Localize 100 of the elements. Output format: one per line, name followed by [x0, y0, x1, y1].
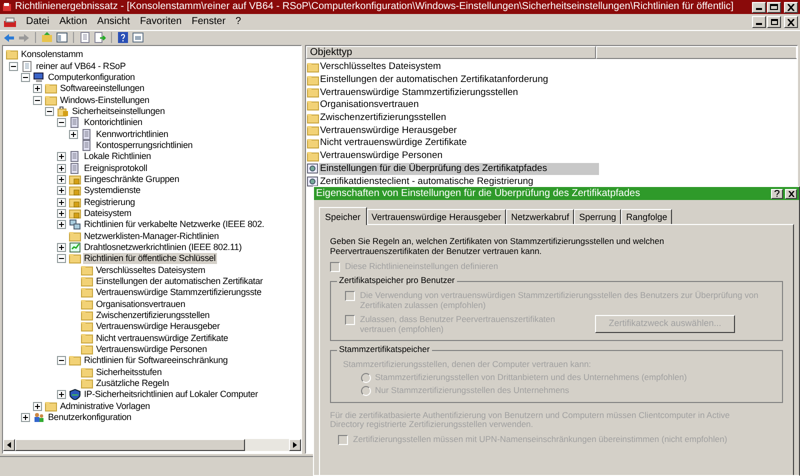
- menu-item[interactable]: ?: [230, 16, 246, 28]
- tree-item[interactable]: Windows-Einstellungen: [59, 94, 150, 106]
- expand-icon[interactable]: [57, 198, 66, 207]
- list-item[interactable]: Verschlüsseltes Dateisystem: [319, 61, 441, 74]
- list-item[interactable]: Einstellungen für die Überprüfung des Zertifikatpfades: [319, 162, 599, 175]
- tree-item[interactable]: Richtlinien für Softwareeinschränkung: [83, 355, 229, 366]
- list-item[interactable]: Vertrauenswürdige Personen: [319, 150, 443, 162]
- tree-item[interactable]: Zwischenzertifizierungsstellen: [95, 310, 211, 322]
- expand-icon[interactable]: [57, 164, 66, 173]
- back-icon[interactable]: [3, 32, 15, 42]
- tree-item[interactable]: Richtlinien für verkabelte Netzwerke (IEEE 802.: [83, 219, 266, 230]
- expand-icon[interactable]: [57, 220, 66, 230]
- expand-icon[interactable]: [57, 208, 66, 218]
- close-button[interactable]: [785, 188, 797, 198]
- folder-icon: [6, 49, 18, 60]
- collapse-icon[interactable]: [21, 72, 30, 82]
- collapse-icon[interactable]: [9, 62, 18, 71]
- console-icon[interactable]: [3, 16, 17, 28]
- tree-item[interactable]: Administrative Vorlagen: [59, 400, 151, 412]
- export-icon[interactable]: [94, 32, 106, 43]
- expand-icon[interactable]: [21, 413, 30, 422]
- column-header[interactable]: Objekttyp: [306, 46, 596, 59]
- folder-icon: [307, 112, 319, 124]
- maximize-button[interactable]: [767, 2, 781, 12]
- close-button[interactable]: [784, 2, 798, 12]
- document-icon[interactable]: [79, 32, 91, 43]
- expand-icon[interactable]: [69, 130, 78, 139]
- menu-item[interactable]: Ansicht: [92, 16, 135, 28]
- tree-item[interactable]: IP-Sicherheitsrichtlinien auf Lokaler Computer: [83, 389, 259, 400]
- menu-item[interactable]: Datei: [21, 16, 54, 28]
- collapse-icon[interactable]: [33, 96, 42, 105]
- tree-item[interactable]: Sicherheitseinstellungen: [71, 106, 166, 117]
- help-icon[interactable]: [117, 32, 129, 43]
- tree-item[interactable]: Eingeschränkte Gruppen: [83, 174, 180, 185]
- tab[interactable]: Rangfolge: [621, 209, 672, 224]
- tab[interactable]: Speicher: [319, 207, 367, 225]
- list-item[interactable]: Zwischenzertifizierungsstellen: [319, 112, 446, 124]
- collapse-icon[interactable]: [45, 106, 54, 116]
- menu-item[interactable]: Aktion: [54, 16, 92, 28]
- folder-icon: [81, 287, 93, 298]
- tree-item[interactable]: Vertrauenswürdige Personen: [95, 344, 208, 356]
- expand-icon[interactable]: [57, 186, 66, 196]
- folder-icon: [81, 264, 93, 276]
- expand-icon[interactable]: [33, 402, 42, 411]
- tree-item[interactable]: Kontosperrungsrichtlinien: [95, 140, 194, 151]
- tree-item[interactable]: Konsolenstamm: [20, 49, 84, 60]
- expand-icon[interactable]: [57, 152, 66, 162]
- tree-item[interactable]: Verschlüsseltes Dateisystem: [95, 264, 206, 276]
- tree-item[interactable]: Einstellungen der automatischen Zertifikatar: [95, 276, 264, 288]
- console-tree-icon[interactable]: [56, 32, 68, 43]
- tree-item[interactable]: Vertrauenswürdige Herausgeber: [95, 321, 221, 332]
- expand-icon[interactable]: [57, 243, 66, 252]
- horizontal-scrollbar[interactable]: [3, 439, 301, 451]
- help-button[interactable]: [771, 188, 783, 198]
- tree-item[interactable]: Kontorichtlinien: [83, 117, 144, 128]
- collapse-icon[interactable]: [57, 356, 66, 366]
- list-item[interactable]: Zertifikatdiensteclient - automatische Registrierung: [319, 176, 534, 188]
- list-item[interactable]: Nicht vertrauenswürdige Zertifikate: [319, 137, 467, 150]
- scroll-thumb[interactable]: [15, 439, 245, 451]
- expand-icon[interactable]: [57, 390, 66, 400]
- folder-icon: [81, 298, 93, 310]
- scroll-left-button[interactable]: [3, 439, 15, 451]
- tree-item[interactable]: Organisationsvertrauen: [95, 298, 186, 310]
- network-icon: [69, 219, 81, 230]
- restore-button[interactable]: [767, 16, 781, 28]
- tree-item[interactable]: Softwareeinstellungen: [59, 83, 146, 94]
- tree-item[interactable]: Nicht vertrauenswürdige Zertifikate: [95, 332, 230, 344]
- tree-item[interactable]: Zusätzliche Regeln: [95, 378, 170, 390]
- list-item[interactable]: Einstellungen der automatischen Zertifikatanforderung: [319, 74, 548, 86]
- tree-item[interactable]: Ereignisprotokoll: [83, 162, 148, 174]
- list-item[interactable]: Vertrauenswürdige Herausgeber: [319, 124, 457, 137]
- list-item[interactable]: Organisationsvertrauen: [319, 99, 419, 112]
- collapse-icon[interactable]: [57, 254, 66, 264]
- tree-item[interactable]: Dateisystem: [83, 208, 132, 219]
- expand-icon[interactable]: [33, 84, 42, 94]
- list-item[interactable]: Vertrauenswürdige Stammzertifizierungsstellen: [319, 86, 518, 99]
- expand-icon[interactable]: [57, 174, 66, 184]
- minimize-button[interactable]: [752, 2, 766, 12]
- scroll-right-button[interactable]: [289, 439, 301, 451]
- tree-item[interactable]: Netzwerklisten-Manager-Richtlinien: [83, 230, 220, 242]
- tree-item[interactable]: Sicherheitsstufen: [95, 366, 163, 378]
- tree-item[interactable]: Drahtlosnetzwerkrichtlinien (IEEE 802.11): [83, 242, 243, 254]
- tree-item[interactable]: reiner auf VB64 - RSoP: [35, 60, 127, 72]
- tree-item[interactable]: Richtlinien für öffentliche Schlüssel: [83, 253, 217, 264]
- tab[interactable]: Sperrung: [574, 209, 622, 224]
- tree-item[interactable]: Benutzerkonfiguration: [47, 412, 132, 424]
- tab[interactable]: Netzwerkabruf: [506, 209, 574, 224]
- tab[interactable]: Vertrauenswürdige Herausgeber: [366, 209, 506, 224]
- tree-item[interactable]: Vertrauenswürdige Stammzertifizierungsste: [95, 287, 262, 298]
- menu-item[interactable]: Fenster: [186, 16, 231, 28]
- tree-item[interactable]: Registrierung: [83, 196, 136, 208]
- tree-item[interactable]: Systemdienste: [83, 185, 142, 196]
- minimize-button[interactable]: [752, 16, 766, 28]
- tree-item[interactable]: Kennwortrichtlinien: [95, 128, 170, 140]
- window-icon[interactable]: [132, 32, 144, 43]
- tree-item[interactable]: Lokale Richtlinien: [83, 151, 152, 162]
- tree-item[interactable]: Computerkonfiguration: [47, 72, 136, 83]
- menu-item[interactable]: Favoriten: [134, 16, 187, 28]
- collapse-icon[interactable]: [57, 118, 66, 128]
- close-button[interactable]: [784, 16, 798, 28]
